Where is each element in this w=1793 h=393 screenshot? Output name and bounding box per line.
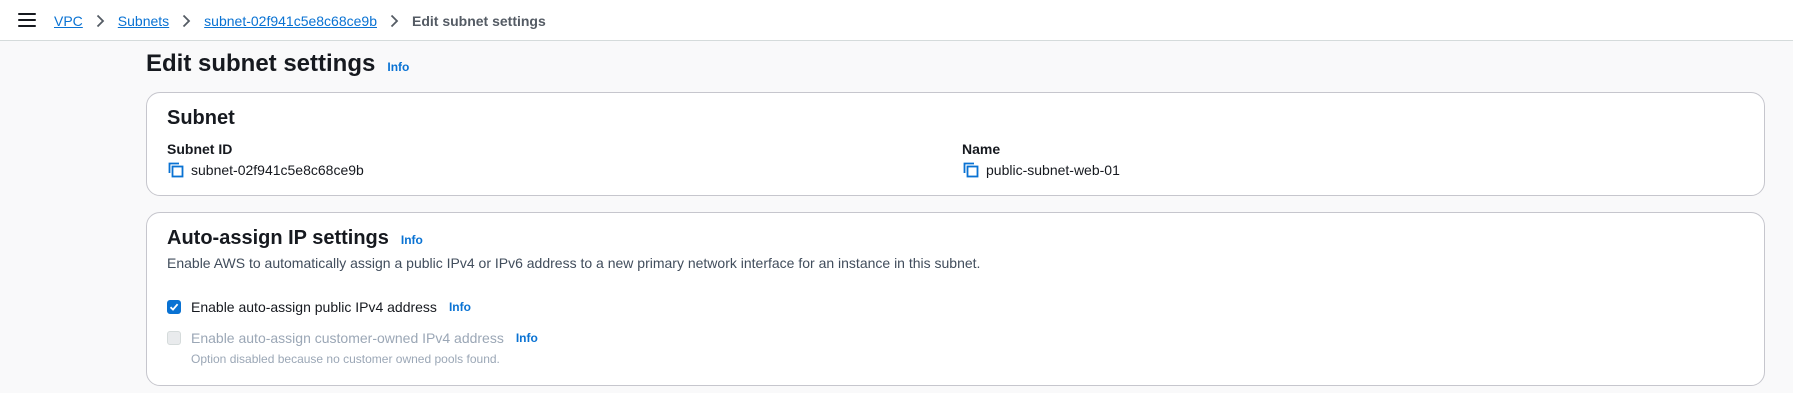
chevron-right-icon xyxy=(96,14,105,28)
public-ipv4-label[interactable]: Enable auto-assign public IPv4 address xyxy=(191,299,437,315)
page-title: Edit subnet settings xyxy=(146,50,376,77)
auto-assign-description: Enable AWS to automatically assign a pub… xyxy=(167,255,981,271)
subnet-card-title: Subnet xyxy=(167,107,235,129)
customer-owned-ipv4-note: Option disabled because no customer owne… xyxy=(191,352,500,366)
subnet-id-field: Subnet ID subnet-02f941c5e8c68ce9b xyxy=(167,141,364,179)
page-info-link[interactable]: Info xyxy=(387,60,409,74)
copy-icon[interactable] xyxy=(167,161,185,179)
auto-assign-title: Auto-assign IP settings xyxy=(167,227,389,249)
chevron-right-icon xyxy=(390,14,399,28)
breadcrumb-current: Edit subnet settings xyxy=(411,13,546,29)
chevron-right-icon xyxy=(182,14,191,28)
breadcrumb-vpc[interactable]: VPC xyxy=(54,13,83,29)
public-ipv4-option: Enable auto-assign public IPv4 address I… xyxy=(167,299,471,315)
name-value: public-subnet-web-01 xyxy=(986,162,1120,178)
menu-icon[interactable] xyxy=(18,13,36,27)
customer-owned-ipv4-checkbox xyxy=(167,331,181,345)
breadcrumb-subnet-id[interactable]: subnet-02f941c5e8c68ce9b xyxy=(204,13,377,29)
public-ipv4-info-link[interactable]: Info xyxy=(449,300,471,314)
breadcrumb-subnets[interactable]: Subnets xyxy=(118,13,169,29)
subnet-card: Subnet Subnet ID subnet-02f941c5e8c68ce9… xyxy=(146,92,1765,196)
top-bar: VPC Subnets subnet-02f941c5e8c68ce9b Edi… xyxy=(0,0,1793,41)
customer-owned-ipv4-info-link[interactable]: Info xyxy=(516,331,538,345)
copy-icon[interactable] xyxy=(962,161,980,179)
subnet-id-value: subnet-02f941c5e8c68ce9b xyxy=(191,162,364,178)
auto-assign-card: Auto-assign IP settings Info Enable AWS … xyxy=(146,212,1765,386)
customer-owned-ipv4-option: Enable auto-assign customer-owned IPv4 a… xyxy=(167,330,538,346)
subnet-id-label: Subnet ID xyxy=(167,141,233,157)
customer-owned-ipv4-label: Enable auto-assign customer-owned IPv4 a… xyxy=(191,330,504,346)
breadcrumb: VPC Subnets subnet-02f941c5e8c68ce9b Edi… xyxy=(54,11,546,31)
name-field: Name public-subnet-web-01 xyxy=(962,141,1120,179)
auto-assign-info-link[interactable]: Info xyxy=(401,233,423,247)
name-label: Name xyxy=(962,141,1001,157)
public-ipv4-checkbox[interactable] xyxy=(167,300,181,314)
checkmark-icon xyxy=(169,303,179,311)
page-header: Edit subnet settings Info xyxy=(146,50,409,78)
